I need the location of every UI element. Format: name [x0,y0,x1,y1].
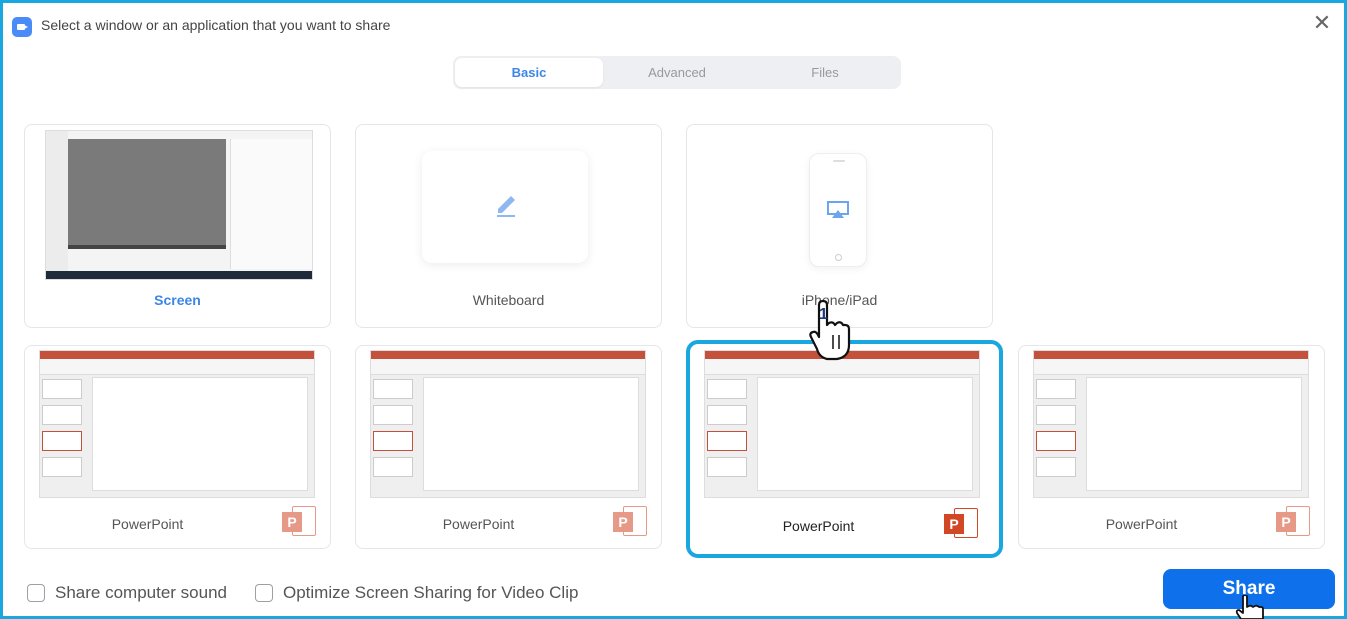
title-bar: Select a window or an application that y… [3,3,1344,47]
close-icon[interactable]: ✕ [1310,11,1334,35]
window-thumbnail [1033,350,1309,498]
iphone-thumbnail [809,153,867,267]
window-label: PowerPoint [1105,516,1178,532]
source-card-window-selected[interactable]: PowerPoint P [686,340,1003,558]
dialog-title: Select a window or an application that y… [41,17,391,33]
zoom-app-icon [12,17,32,37]
powerpoint-icon: P [613,506,649,536]
source-card-window[interactable]: PowerPoint P [1018,345,1325,549]
whiteboard-thumbnail [422,151,588,263]
window-thumbnail [704,350,980,498]
window-label: PowerPoint [442,516,515,532]
optimize-video-label[interactable]: Optimize Screen Sharing for Video Clip [283,583,578,603]
screen-thumbnail [45,130,313,280]
window-thumbnail [370,350,646,498]
tab-bar: Basic Advanced Files [453,56,901,89]
source-card-iphone[interactable]: iPhone/iPad [686,124,993,328]
hand-cursor-icon [1235,595,1264,619]
tab-advanced[interactable]: Advanced [603,58,751,87]
share-dialog: Select a window or an application that y… [0,0,1347,619]
optimize-video-checkbox[interactable] [255,584,273,602]
source-card-window[interactable]: PowerPoint P [355,345,662,549]
share-sound-checkbox[interactable] [27,584,45,602]
airplay-icon [827,201,849,218]
source-label-screen: Screen [154,292,201,308]
source-label-whiteboard: Whiteboard [472,292,545,308]
source-card-screen[interactable]: Screen [24,124,331,328]
hand-cursor-icon: 1 [809,299,851,361]
share-sound-label[interactable]: Share computer sound [55,583,227,603]
source-card-window[interactable]: PowerPoint P [24,345,331,549]
powerpoint-icon: P [282,506,318,536]
tab-files[interactable]: Files [751,58,899,87]
powerpoint-icon: P [944,508,980,538]
tab-basic[interactable]: Basic [455,58,603,87]
powerpoint-icon: P [1276,506,1312,536]
window-label: PowerPoint [111,516,184,532]
svg-text:1: 1 [819,306,828,323]
window-label: PowerPoint [782,518,855,534]
pen-icon [497,196,515,217]
source-card-whiteboard[interactable]: Whiteboard [355,124,662,328]
window-thumbnail [39,350,315,498]
share-options: Share computer sound Optimize Screen Sha… [27,583,596,603]
